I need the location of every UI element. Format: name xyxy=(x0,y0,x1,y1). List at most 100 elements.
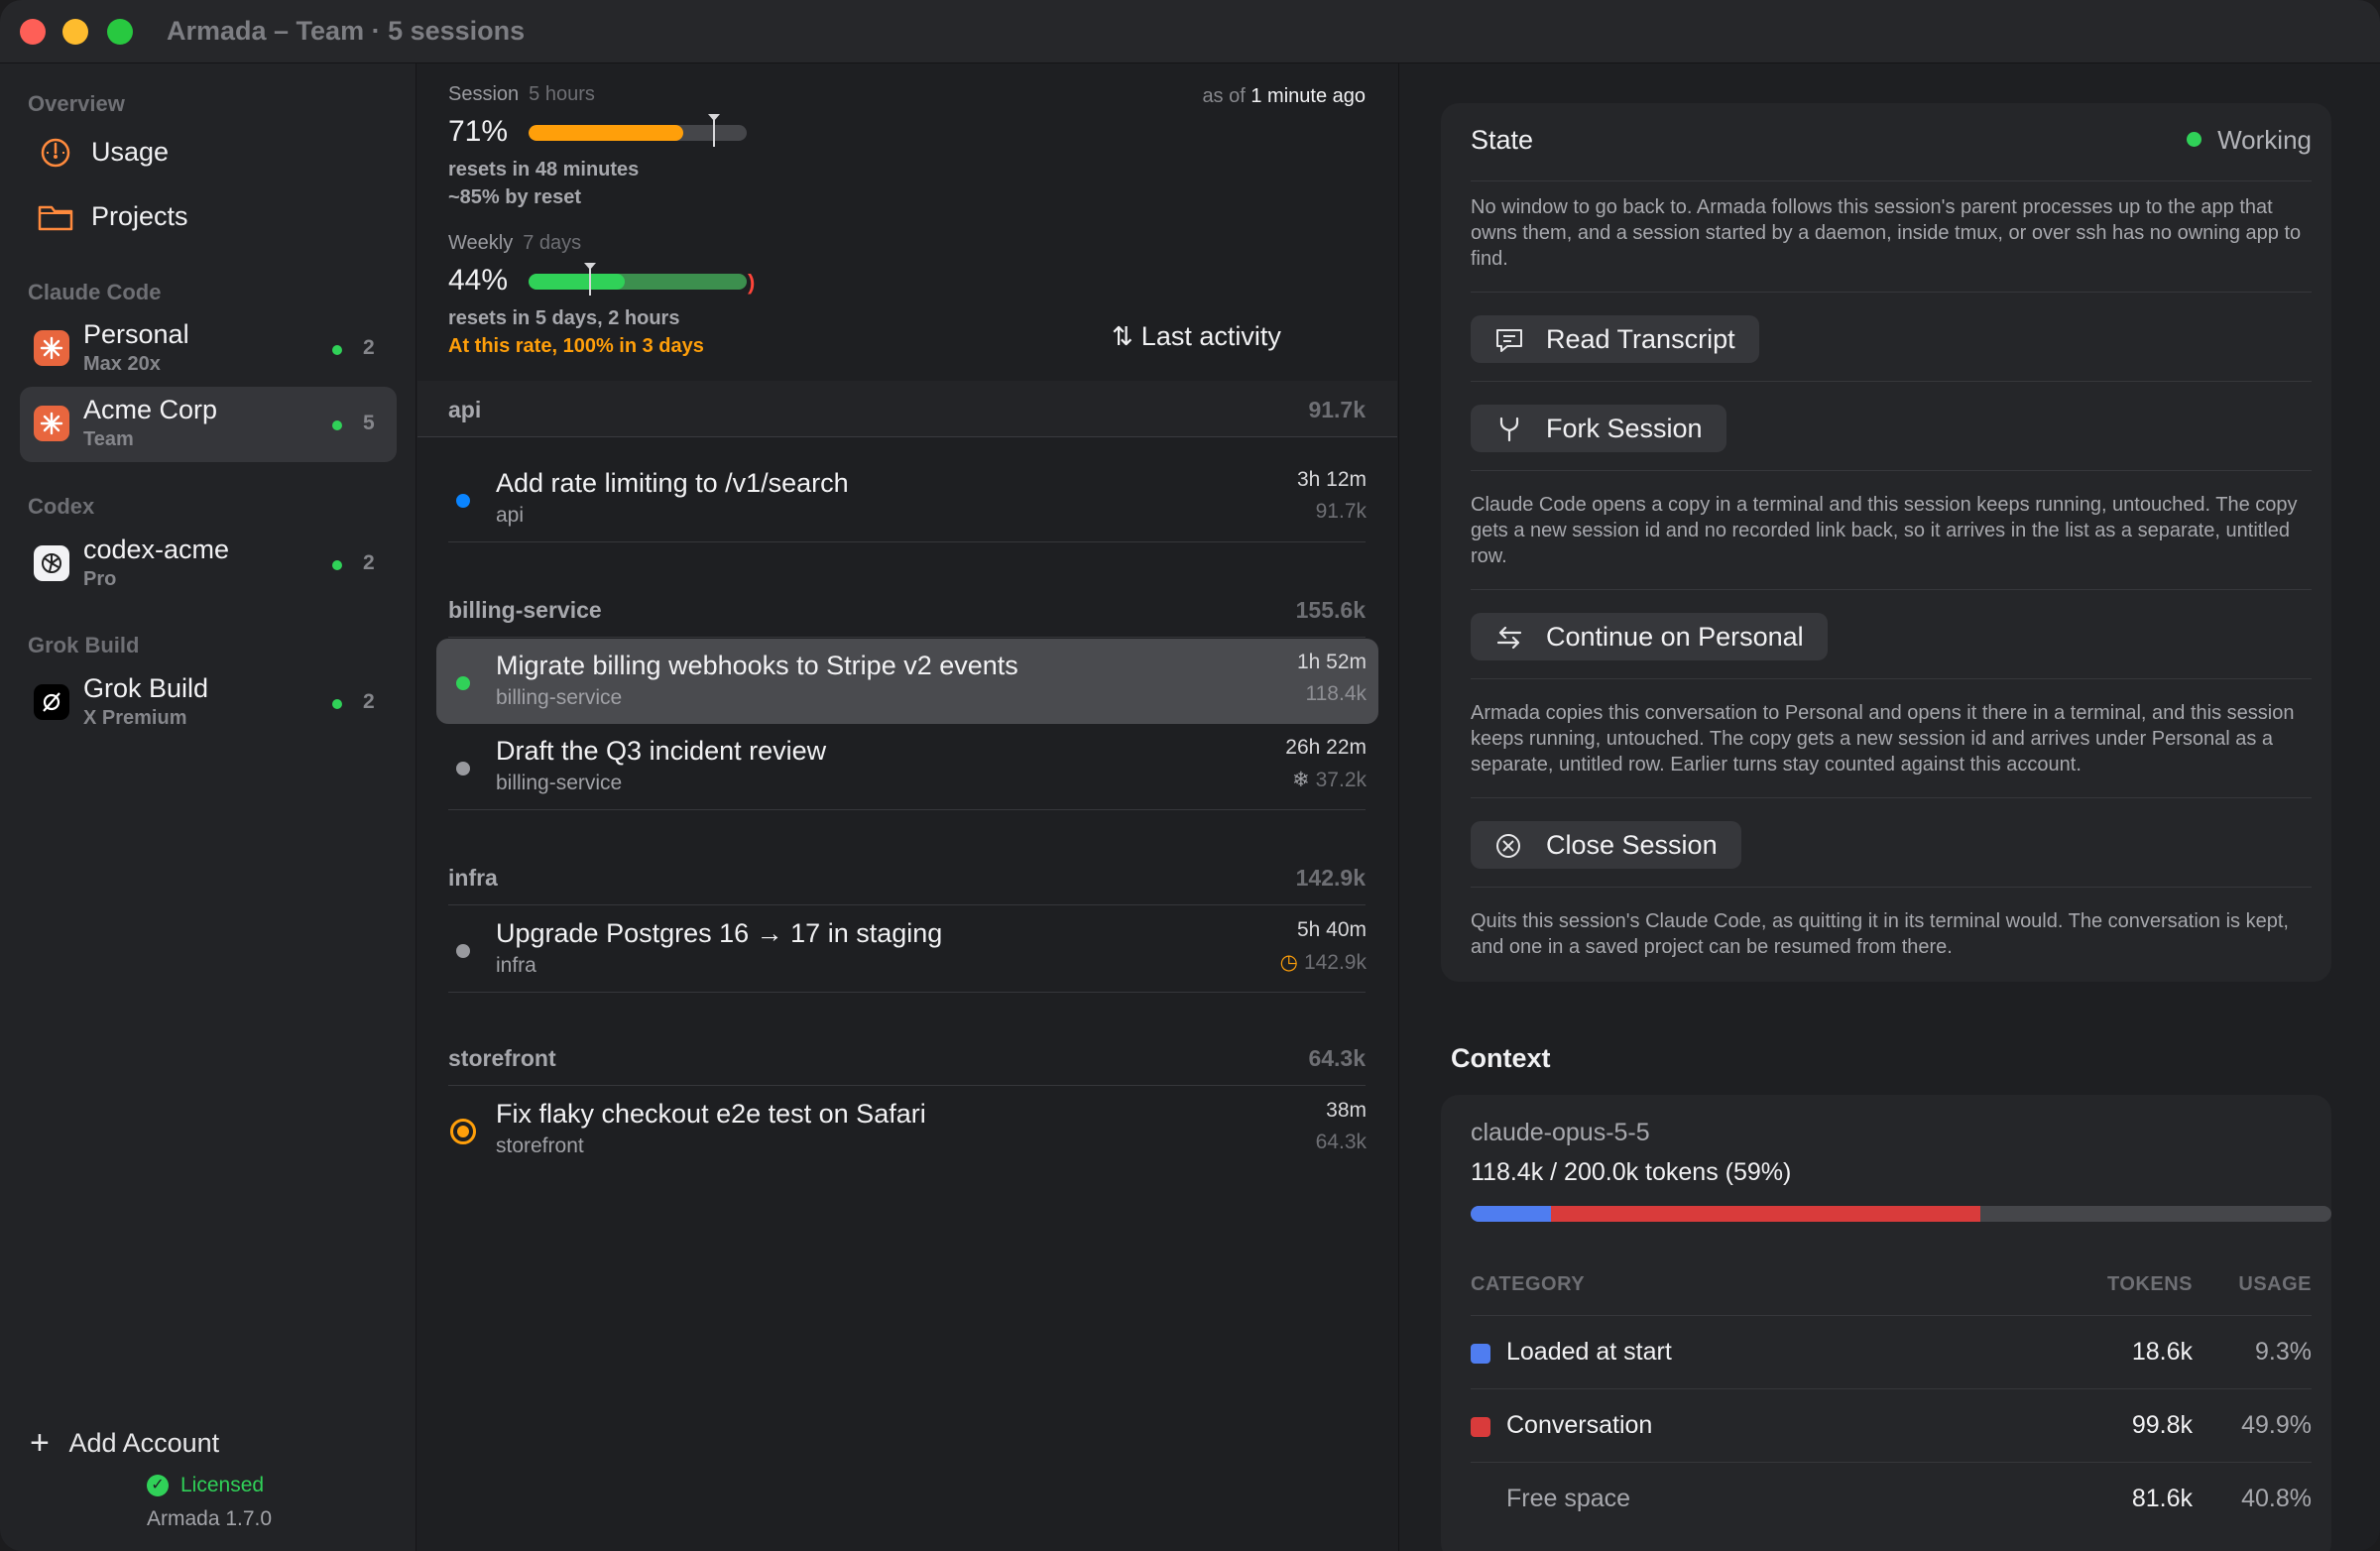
add-account-button[interactable]: + Add Account xyxy=(30,1422,219,1462)
divider xyxy=(1471,589,2312,590)
model-name: claude-opus-5-5 xyxy=(1471,1119,1650,1146)
session-project: api xyxy=(496,504,525,527)
session-count: 2 xyxy=(363,551,375,574)
close-window-button[interactable] xyxy=(20,19,46,45)
timer-icon: ◷ xyxy=(1279,951,1298,974)
sidebar-item-label: Projects xyxy=(91,201,188,231)
divider xyxy=(448,992,1366,993)
account-plan: X Premium xyxy=(83,707,187,729)
category-label: Conversation xyxy=(1506,1411,1653,1439)
session-row[interactable]: Upgrade Postgres 16 → 17 in staging infr… xyxy=(436,906,1378,992)
category-label: Free space xyxy=(1506,1485,1631,1512)
session-time: 1h 52m xyxy=(1296,651,1367,673)
account-plan: Team xyxy=(83,428,134,450)
continue-on-personal-button[interactable]: Continue on Personal xyxy=(1471,613,1828,660)
session-tokens: 118.4k xyxy=(1305,682,1368,705)
zoom-window-button[interactable] xyxy=(107,19,133,45)
continue-note: Armada copies this conversation to Perso… xyxy=(1471,702,2295,776)
plus-icon: + xyxy=(30,1424,50,1462)
verified-check-icon: ✓ xyxy=(147,1475,169,1496)
sidebar-item-usage[interactable]: Usage xyxy=(20,123,397,182)
rate-warning: At this rate, 100% in 3 days xyxy=(448,335,704,357)
session-usage-percent: 71% xyxy=(448,115,509,148)
color-swatch xyxy=(1471,1417,1490,1437)
session-title: Draft the Q3 incident review xyxy=(496,736,827,766)
over-limit-edge-icon: ) xyxy=(748,270,756,295)
category-label: Loaded at start xyxy=(1506,1338,1672,1366)
weekly-usage-percent: 44% xyxy=(448,264,509,297)
sidebar-item-label: Usage xyxy=(91,137,170,167)
active-status-dot xyxy=(332,345,342,355)
account-name: Grok Build xyxy=(83,673,209,703)
working-dot xyxy=(2187,132,2202,147)
read-transcript-label: Read Transcript xyxy=(1546,324,1735,354)
continue-label: Continue on Personal xyxy=(1546,622,1804,652)
sidebar-item-projects[interactable]: Projects xyxy=(20,187,397,247)
session-tokens: ◷ 142.9k xyxy=(1279,951,1367,974)
session-project: billing-service xyxy=(496,772,623,794)
session-title: Migrate billing webhooks to Stripe v2 ev… xyxy=(496,651,1018,680)
session-usage-label: Session 5 hours xyxy=(448,83,595,105)
usage-value: 9.3% xyxy=(2255,1338,2312,1366)
divider xyxy=(448,1085,1366,1086)
weekly-reset-time: resets in 5 days, 2 hours xyxy=(448,307,680,329)
state-title: State xyxy=(1471,125,1534,155)
openai-icon xyxy=(34,545,69,581)
active-status-dot xyxy=(332,699,342,709)
section-header-claude-code: Claude Code xyxy=(28,280,162,304)
weekly-usage-bar xyxy=(529,274,747,290)
updated-timestamp: as of 1 minute ago xyxy=(1202,85,1366,107)
weekly-usage-label: Weekly 7 days xyxy=(448,232,582,254)
session-row[interactable]: Fix flaky checkout e2e test on Safari st… xyxy=(436,1087,1378,1172)
account-codex-acme[interactable]: codex-acme Pro 2 xyxy=(20,527,397,602)
session-tokens: ❄ 37.2k xyxy=(1292,769,1367,791)
loaded-at-start-segment xyxy=(1471,1206,1551,1222)
claude-icon xyxy=(34,330,69,366)
sort-button[interactable]: ⇅ Last activity xyxy=(1112,321,1281,352)
minimize-window-button[interactable] xyxy=(62,19,88,45)
sidebar: Overview Usage Projects Claude Code Pers… xyxy=(0,63,416,1551)
session-count: 2 xyxy=(363,336,375,359)
swap-arrows-icon xyxy=(1496,626,1522,650)
session-row[interactable]: Add rate limiting to /v1/search api 3h 1… xyxy=(436,456,1378,541)
app-window: Armada – Team · 5 sessions Overview Usag… xyxy=(0,0,2380,1551)
account-plan: Pro xyxy=(83,568,117,590)
window-title: Armada – Team · 5 sessions xyxy=(167,16,526,46)
context-row-loaded: Loaded at start 18.6k 9.3% xyxy=(1471,1315,2312,1388)
token-value: 81.6k xyxy=(2131,1485,2193,1512)
session-row-selected[interactable]: Migrate billing webhooks to Stripe v2 ev… xyxy=(436,639,1378,724)
projection-marker xyxy=(583,262,597,296)
session-projection: ~85% by reset xyxy=(448,186,581,208)
context-row-conversation: Conversation 99.8k 49.9% xyxy=(1471,1388,2312,1462)
session-row[interactable]: Draft the Q3 incident review billing-ser… xyxy=(436,724,1378,809)
divider xyxy=(1471,797,2312,798)
account-grok-build[interactable]: Grok Build X Premium 2 xyxy=(20,665,397,741)
account-personal[interactable]: Personal Max 20x 2 xyxy=(20,311,397,387)
session-project: infra xyxy=(496,954,536,977)
group-header-storefront: storefront 64.3k xyxy=(448,1045,1366,1071)
session-list-pane: as of 1 minute ago Session 5 hours 71% re… xyxy=(417,63,1397,1551)
session-time: 26h 22m xyxy=(1285,736,1367,759)
state-card: State Working No window to go back to. A… xyxy=(1441,103,2331,982)
session-reset-time: resets in 48 minutes xyxy=(448,159,640,180)
waiting-status-icon xyxy=(450,1119,476,1144)
fork-note: Claude Code opens a copy in a terminal a… xyxy=(1471,494,2298,567)
session-usage-fill xyxy=(529,125,684,141)
close-note: Quits this session's Claude Code, as qui… xyxy=(1471,910,2289,958)
token-value: 18.6k xyxy=(2131,1338,2193,1366)
fork-session-button[interactable]: Fork Session xyxy=(1471,405,1726,452)
group-header-infra: infra 142.9k xyxy=(448,865,1366,891)
projection-marker xyxy=(707,113,721,147)
license-status: ✓ Licensed xyxy=(147,1474,264,1498)
conversation-segment xyxy=(1550,1206,1980,1222)
read-transcript-button[interactable]: Read Transcript xyxy=(1471,315,1759,363)
account-acme-corp[interactable]: Acme Corp Team 5 xyxy=(20,387,397,462)
usage-column-header: USAGE xyxy=(2238,1273,2312,1295)
divider xyxy=(448,904,1366,905)
divider xyxy=(1471,678,2312,679)
account-name: codex-acme xyxy=(83,535,230,564)
sort-arrows-icon: ⇅ xyxy=(1112,321,1133,351)
section-header-grok-build: Grok Build xyxy=(28,633,140,657)
context-row-free-space: Free space 81.6k 40.8% xyxy=(1471,1462,2312,1535)
close-session-button[interactable]: Close Session xyxy=(1471,821,1741,869)
